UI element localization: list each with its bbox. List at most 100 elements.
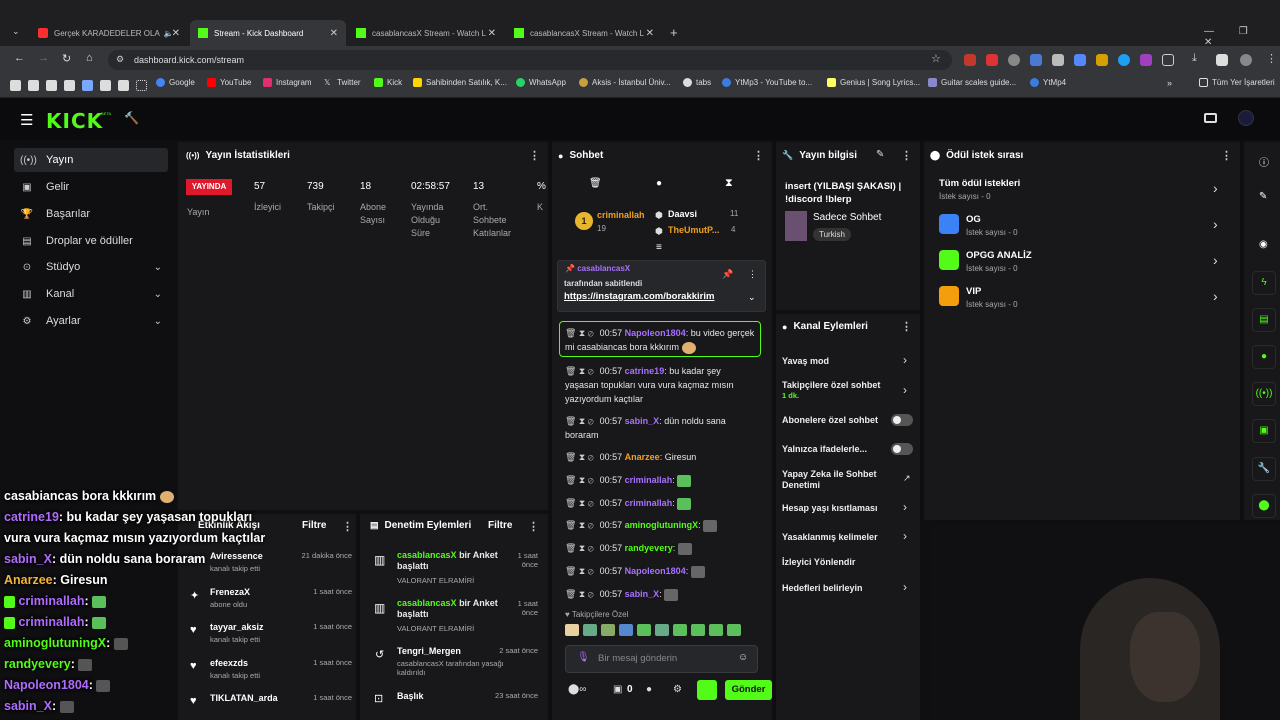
avatar[interactable] [1238, 110, 1254, 126]
home-icon[interactable]: ⌂ [86, 52, 93, 64]
chevron-right-icon[interactable]: › [903, 580, 907, 594]
bookmark-youtube[interactable]: YouTube [207, 78, 251, 87]
shield-extension-icon[interactable] [1052, 54, 1064, 66]
chevron-down-icon[interactable]: ⌄ [748, 292, 756, 303]
sidebar-item-gelir[interactable]: ▣ Gelir [14, 175, 168, 199]
bookmark-icon[interactable] [10, 80, 21, 91]
message-user[interactable]: criminallah [625, 498, 673, 508]
chat-message[interactable]: 🗑 ⧗ ⊘ 00:57 sabin_X: dün noldu sana borar… [565, 414, 755, 442]
bookmark-genius[interactable]: Genius | Song Lyrics... [827, 78, 920, 87]
action-raid[interactable]: İzleyici Yönlendir [782, 557, 914, 568]
emote-icon[interactable] [619, 624, 633, 636]
all-bookmarks[interactable]: Tüm Yer İşaretleri [1199, 78, 1275, 87]
reload-icon[interactable]: ↻ [62, 52, 71, 65]
emote-icon[interactable] [673, 624, 687, 636]
bookmark-star-icon[interactable]: ☆ [931, 52, 941, 65]
more-bookmarks-chevron-icon[interactable]: » [1167, 78, 1172, 88]
bookmark-ytmp3[interactable]: YtMp3 - YouTube to... [722, 78, 812, 87]
delete-icon[interactable]: 🗑 ⧗ ⊘ [565, 543, 594, 553]
extension-icon[interactable] [986, 54, 998, 66]
message-user[interactable]: Napoleon1804 [625, 328, 686, 338]
action-goals[interactable]: Hedefleri belirleyin [782, 583, 914, 594]
message-user[interactable]: aminoglutuningX [625, 520, 699, 530]
bookmark-tabs[interactable]: tabs [683, 78, 711, 87]
bookmark-google[interactable]: Google [156, 78, 195, 87]
chat-message[interactable]: 🗑 ⧗ ⊘ 00:57 catrine19: bu kadar şey yaşas… [565, 364, 755, 406]
chat-message[interactable]: 🗑 ⧗ ⊘ 00:57 Napoleon1804: bu video gerçek… [565, 326, 755, 354]
moderation-menu-icon[interactable]: ⋮ [528, 520, 539, 533]
chat-message[interactable]: 🗑 ⧗ ⊘ 00:57 criminallah: [565, 496, 755, 510]
microphone-icon[interactable]: 🎙 [577, 652, 590, 663]
sidebar-item-basarilar[interactable]: 🏆 Başarılar [14, 202, 168, 226]
sidebar-item-kanal[interactable]: ▥ Kanal ⌄ [14, 282, 168, 306]
delete-icon[interactable]: 🗑 ⧗ ⊘ [565, 416, 594, 426]
action-takipci-sohbet[interactable]: Takipçilere özel sohbet [782, 380, 892, 391]
activity-filter-button[interactable]: Filtre [302, 520, 326, 531]
chevron-right-icon[interactable]: › [1213, 180, 1218, 196]
search-extension-icon[interactable] [1008, 54, 1020, 66]
emote-icon[interactable] [637, 624, 651, 636]
chevron-right-icon[interactable]: › [903, 500, 907, 514]
emote-icon[interactable] [709, 624, 723, 636]
sidebar-item-studyo[interactable]: ⊙ Stüdyo ⌄ [14, 255, 168, 279]
delete-icon[interactable]: 🗑 ⧗ ⊘ [565, 520, 594, 530]
close-tab-icon[interactable]: ✕ [172, 28, 180, 39]
emote-bar[interactable] [565, 624, 741, 636]
bookmark-whatsapp[interactable]: WhatsApp [516, 78, 566, 87]
lightning-icon[interactable]: ϟ [1252, 271, 1276, 295]
translate-extension-icon[interactable] [1030, 54, 1042, 66]
delete-icon[interactable]: 🗑 ⧗ ⊘ [565, 328, 594, 338]
chat-message[interactable]: 🗑 ⧗ ⊘ 00:57 criminallah: [565, 473, 755, 487]
extensions-area[interactable] [964, 54, 1174, 66]
message-user[interactable]: randyevery [625, 543, 673, 553]
activity-menu-icon[interactable]: ⋮ [342, 520, 353, 533]
window-controls[interactable]: — ❐ ✕ [1204, 26, 1280, 48]
pinned-link[interactable]: https://instagram.com/borakkirim [564, 291, 714, 302]
bookmark-guitar[interactable]: Guitar scales guide... [928, 78, 1016, 87]
extension-icon[interactable] [1118, 54, 1130, 66]
browser-menu-icon[interactable]: ⋮ [1266, 52, 1277, 65]
action-ai-moderation[interactable]: Yapay Zeka ile Sohbet Denetimi [782, 469, 892, 491]
leader-username[interactable]: Daavsi [668, 209, 697, 219]
bookmark-icon[interactable] [64, 80, 75, 91]
emote-icon[interactable] [601, 624, 615, 636]
category-name[interactable]: Sadece Sohbet [813, 212, 881, 223]
leader-name[interactable]: criminallah [597, 210, 645, 220]
browser-tab-3[interactable]: casablancasX Stream - Watch L ✕ [348, 20, 504, 46]
external-link-icon[interactable]: ↗ [903, 473, 911, 484]
stats-menu-icon[interactable]: ⋮ [529, 149, 540, 162]
delete-icon[interactable]: 🗑 ⧗ ⊘ [565, 589, 594, 599]
edit-pencil-icon[interactable]: ✎ [1259, 191, 1267, 202]
emote-icon[interactable] [565, 624, 579, 636]
site-info-icon[interactable]: ⚙ [116, 54, 124, 65]
bookmark-twitter[interactable]: 𝕏 Twitter [324, 78, 361, 87]
unpin-icon[interactable]: 📌 [722, 269, 733, 280]
chat-bubble-icon[interactable]: ● [656, 178, 662, 189]
message-user[interactable]: catrine19 [625, 366, 665, 376]
chat-message[interactable]: 🗑 ⧗ ⊘ 00:57 randyevery: [565, 541, 755, 555]
kick-logo[interactable]: KICK [46, 109, 103, 133]
tools-wrench-icon[interactable]: 🔨 [124, 111, 139, 125]
chat-input[interactable]: Bir mesaj gönderin [565, 645, 758, 673]
delete-icon[interactable]: 🗑 ⧗ ⊘ [565, 566, 594, 576]
download-icon[interactable]: ⤓ [1192, 52, 1197, 65]
kick-bot-icon[interactable] [697, 680, 717, 700]
bookmark-icon[interactable] [100, 80, 111, 91]
expand-leaders-icon[interactable]: ≡ [656, 242, 662, 253]
delete-icon[interactable]: 🗑 ⧗ ⊘ [565, 498, 594, 508]
adblock-extension-icon[interactable] [964, 54, 976, 66]
forward-arrow-icon[interactable]: → [38, 52, 49, 64]
bookmark-icon[interactable] [118, 80, 129, 91]
channel-actions-menu-icon[interactable]: ⋮ [901, 320, 912, 333]
obs-icon[interactable] [1204, 113, 1217, 123]
reward-label[interactable]: OG [966, 214, 981, 225]
moderation-filter-button[interactable]: Filtre [488, 520, 512, 531]
message-user[interactable]: sabin_X [625, 416, 660, 426]
browser-tab-1[interactable]: Gerçek KARADEDELER OLA 🔈 ✕ [30, 20, 188, 46]
browser-tab-2[interactable]: Stream - Kick Dashboard ✕ [190, 20, 346, 46]
bookmark-icon[interactable] [46, 80, 57, 91]
back-arrow-icon[interactable]: ← [14, 52, 25, 64]
reward-label[interactable]: OPGG ANALİZ [966, 250, 1032, 261]
chevron-right-icon[interactable]: › [903, 353, 907, 367]
edit-pencil-icon[interactable]: ✎ [876, 149, 884, 160]
